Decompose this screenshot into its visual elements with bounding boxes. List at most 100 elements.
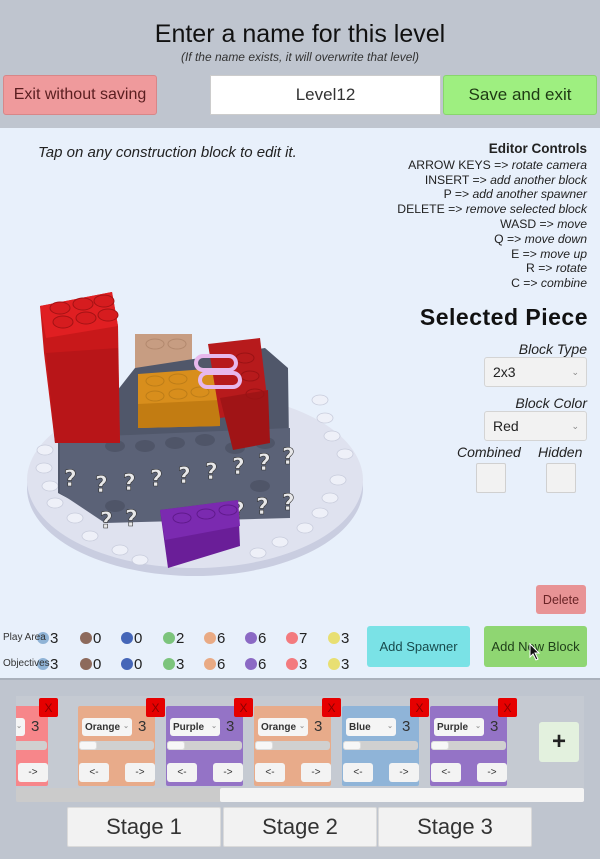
remove-spawner-close-icon[interactable]: X [322, 698, 341, 717]
color-count: 6 [245, 628, 266, 648]
slider-handle[interactable] [431, 741, 449, 750]
color-dot-icon [204, 658, 216, 670]
color-dot-icon [245, 632, 257, 644]
count-value: 6 [217, 655, 226, 673]
slider-handle[interactable] [79, 741, 97, 750]
spawner-color-dropdown[interactable]: Purple ⌄ [170, 718, 220, 736]
block-type-dropdown[interactable]: 2x3 ⌄ [484, 357, 587, 387]
color-dot-icon [328, 658, 340, 670]
level-name-input[interactable] [210, 75, 441, 115]
count-value: 0 [93, 655, 102, 673]
spawner-slider[interactable] [167, 741, 242, 750]
remove-spawner-close-icon[interactable]: X [39, 698, 58, 717]
combined-label: Combined [457, 444, 521, 460]
spawner-slider[interactable] [79, 741, 154, 750]
spawner-slider[interactable] [255, 741, 330, 750]
color-count: 3 [328, 654, 349, 674]
editor-controls-title: Editor Controls [488, 141, 587, 156]
count-value: 7 [299, 629, 308, 647]
move-right-button[interactable]: -> [301, 763, 331, 782]
move-right-button[interactable]: -> [213, 763, 243, 782]
spawner-card: Purple ⌄ 3 <- -> [430, 706, 507, 786]
spawner-slider[interactable] [431, 741, 506, 750]
count-value: 2 [176, 629, 185, 647]
exit-without-saving-button[interactable]: Exit without saving [3, 75, 157, 115]
hidden-checkbox[interactable] [546, 463, 576, 493]
spawner-color-dropdown[interactable]: Orange ⌄ [258, 718, 308, 736]
editor-controls: Editor Controls ARROW KEYS => rotate cam… [397, 141, 587, 291]
move-left-button[interactable]: <- [255, 763, 285, 782]
spawner-count: 3 [490, 718, 499, 735]
remove-spawner-close-icon[interactable]: X [146, 698, 165, 717]
block-color-dropdown[interactable]: Red ⌄ [484, 411, 587, 441]
save-and-exit-button[interactable]: Save and exit [443, 75, 597, 115]
svg-text:?: ? [100, 509, 113, 534]
page-subtitle: (If the name exists, it will overwrite t… [180, 50, 420, 64]
editor-panel: Tap on any construction block to edit it… [0, 128, 600, 678]
color-dot-icon [286, 632, 298, 644]
move-left-button[interactable]: <- [431, 763, 461, 782]
chevron-down-icon: ⌄ [211, 723, 217, 730]
spawner-card: ⌄3<--> [16, 706, 48, 786]
color-count: 3 [328, 628, 349, 648]
spawner-slider[interactable] [343, 741, 418, 750]
spawner-card: Orange ⌄ 3 <- -> [254, 706, 331, 786]
color-count: 0 [80, 628, 101, 648]
combined-checkbox[interactable] [476, 463, 506, 493]
color-count: 7 [286, 628, 307, 648]
block-red-tall[interactable] [40, 292, 120, 443]
spawner-color-dropdown[interactable]: ⌄ [16, 718, 25, 736]
count-value: 0 [134, 629, 143, 647]
svg-text:?: ? [282, 445, 295, 470]
stage-1-tab[interactable]: Stage 1 [67, 807, 221, 847]
chevron-down-icon: ⌄ [475, 723, 481, 730]
spawner-card: Blue ⌄ 3 <- -> [342, 706, 419, 786]
move-left-button[interactable]: <- [167, 763, 197, 782]
svg-text:?: ? [123, 471, 136, 496]
color-dot-icon [163, 658, 175, 670]
spawner-color-dropdown[interactable]: Orange ⌄ [82, 718, 132, 736]
objectives-counts: Objectives 3 0 0 3 6 6 3 3 [0, 654, 360, 674]
spawner-color-dropdown[interactable]: Purple ⌄ [434, 718, 484, 736]
construction-scene[interactable]: ???? ????? ????? [20, 278, 380, 578]
color-dot-icon [328, 632, 340, 644]
move-right-button[interactable]: -> [125, 763, 155, 782]
scrollbar-thumb[interactable] [220, 788, 584, 802]
slider-handle[interactable] [343, 741, 361, 750]
stage-3-tab[interactable]: Stage 3 [378, 807, 532, 847]
move-right-button[interactable]: -> [18, 763, 48, 782]
delete-button[interactable]: Delete [536, 585, 586, 614]
remove-spawner-close-icon[interactable]: X [410, 698, 429, 717]
move-left-button[interactable]: <- [343, 763, 373, 782]
control-item: ARROW KEYS => rotate camera [408, 157, 587, 172]
add-spawner-button[interactable]: Add Spawner [367, 626, 470, 667]
stage-2-tab[interactable]: Stage 2 [223, 807, 377, 847]
spawner-slider[interactable] [16, 741, 47, 750]
count-value: 3 [176, 655, 185, 673]
move-right-button[interactable]: -> [477, 763, 507, 782]
control-item: R => rotate [526, 261, 587, 276]
add-spawner-plus-button[interactable]: + [539, 722, 579, 762]
spawner-count: 3 [226, 718, 235, 735]
block-orange[interactable] [138, 368, 220, 428]
chevron-down-icon: ⌄ [299, 723, 305, 730]
slider-handle[interactable] [167, 741, 185, 750]
chevron-down-icon: ⌄ [571, 367, 579, 377]
count-value: 3 [341, 655, 350, 673]
move-left-button[interactable]: <- [79, 763, 109, 782]
svg-text:?: ? [178, 464, 191, 489]
color-dot-icon [80, 658, 92, 670]
slider-handle[interactable] [255, 741, 273, 750]
color-count: 2 [163, 628, 184, 648]
move-right-button[interactable]: -> [389, 763, 419, 782]
spawner-card: Orange ⌄ 3 <- -> [78, 706, 155, 786]
play-area-counts: Play Area 3 0 0 2 6 6 7 3 [0, 628, 360, 648]
svg-text:?: ? [125, 507, 138, 532]
remove-spawner-close-icon[interactable]: X [498, 698, 517, 717]
spawner-list-scrollbar[interactable] [16, 788, 584, 802]
spawner-count: 3 [31, 718, 40, 735]
remove-spawner-close-icon[interactable]: X [234, 698, 253, 717]
spawner-color-dropdown[interactable]: Blue ⌄ [346, 718, 396, 736]
svg-text:?: ? [150, 467, 163, 492]
svg-text:?: ? [205, 460, 218, 485]
